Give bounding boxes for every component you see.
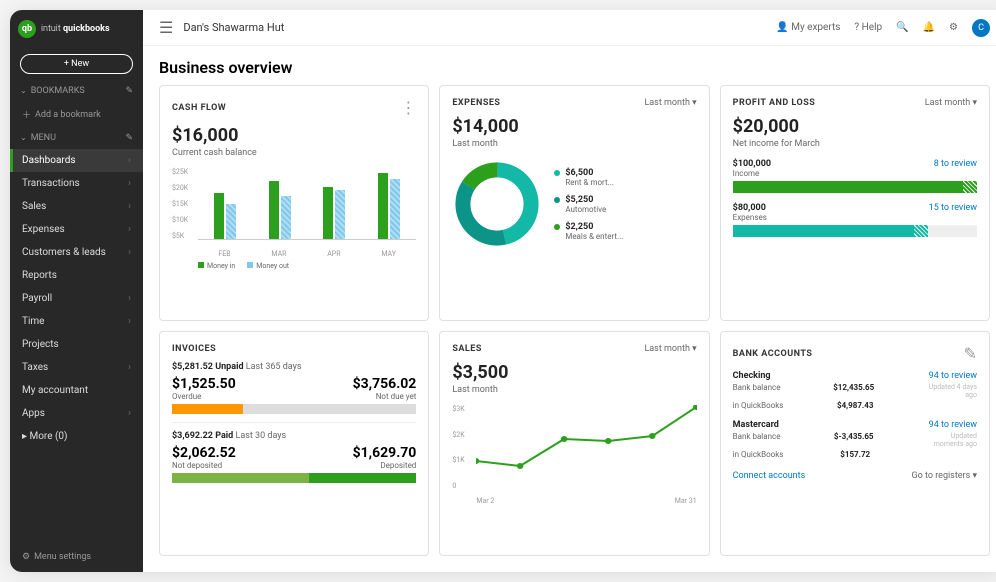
pl-sub: Net income for March <box>733 139 977 149</box>
legend-money-in: Money in <box>207 262 235 270</box>
help-icon: ? <box>854 22 859 33</box>
inv-notdep: $2,062.52 <box>172 445 236 461</box>
go-to-registers[interactable]: Go to registers ▾ <box>911 471 977 481</box>
pl-income-amt: $100,000 <box>733 159 771 169</box>
hamburger-icon[interactable]: ☰ <box>159 18 173 37</box>
cashflow-amount: $16,000 <box>172 125 416 146</box>
sidebar-item-expenses[interactable]: Expenses› <box>10 218 143 241</box>
sales-chart: $3K$2K$1K0 Mar 2Mar 31 <box>452 405 696 505</box>
help-link[interactable]: ? Help <box>854 22 882 33</box>
pl-period[interactable]: Last month ▾ <box>925 98 977 108</box>
sidebar-item-reports[interactable]: Reports <box>10 264 143 287</box>
card-bank-accounts: BANK ACCOUNTS ✎ Checking94 to reviewBank… <box>720 331 990 556</box>
pl-title: PROFIT AND LOSS <box>733 98 816 108</box>
connect-accounts-link[interactable]: Connect accounts <box>733 471 806 481</box>
logo: qb intuit quickbooks <box>10 10 143 48</box>
brand-intuit: intuit <box>41 24 61 34</box>
expenses-title: EXPENSES <box>452 98 500 108</box>
inv-dep: $1,629.70 <box>353 445 417 461</box>
topbar: ☰ Dan's Shawarma Hut 👤 My experts ? Help… <box>143 10 996 46</box>
sidebar-item-apps[interactable]: Apps› <box>10 402 143 425</box>
brand-qb: quickbooks <box>63 24 110 34</box>
sidebar-item-taxes[interactable]: Taxes› <box>10 356 143 379</box>
card-profit-loss: PROFIT AND LOSS Last month ▾ $20,000 Net… <box>720 85 990 321</box>
pencil-icon[interactable]: ✎ <box>125 86 133 96</box>
sidebar-item-customers-leads[interactable]: Customers & leads› <box>10 241 143 264</box>
inv-paid-hdr: $3,692.22 Paid <box>172 431 233 441</box>
pl-exp-link[interactable]: 15 to review <box>929 203 977 213</box>
card-expenses: EXPENSES Last month ▾ $14,000 Last month… <box>439 85 709 321</box>
bank-account-row[interactable]: Mastercard94 to reviewBank balance$-3,43… <box>733 420 977 459</box>
inv-overdue: $1,525.50 <box>172 376 236 392</box>
sidebar-item-payroll[interactable]: Payroll› <box>10 287 143 310</box>
expenses-sub: Last month <box>452 139 696 149</box>
pencil-icon[interactable]: ✎ <box>125 133 133 143</box>
inv-notdue: $3,756.02 <box>353 376 417 392</box>
menu-header[interactable]: ⌄MENU ✎ <box>10 127 143 149</box>
sidebar-item-projects[interactable]: Projects <box>10 333 143 356</box>
card-sales: SALES Last month ▾ $3,500 Last month $3K… <box>439 331 709 556</box>
gear-icon[interactable]: ⚙ <box>949 22 958 33</box>
pl-exp-lbl: Expenses <box>733 213 977 222</box>
pl-exp-amt: $80,000 <box>733 203 766 213</box>
pl-amount: $20,000 <box>733 116 977 137</box>
new-button[interactable]: + New <box>20 54 133 74</box>
legend-money-out: Money out <box>256 262 289 270</box>
sidebar-item-sales[interactable]: Sales› <box>10 195 143 218</box>
cashflow-title: CASH FLOW <box>172 103 226 113</box>
card-cashflow: CASH FLOW ⋮ $16,000 Current cash balance… <box>159 85 429 321</box>
search-icon[interactable]: 🔍 <box>896 22 908 33</box>
cashflow-sub: Current cash balance <box>172 148 416 158</box>
sidebar-item-dashboards[interactable]: Dashboards› <box>10 149 143 172</box>
gear-icon: ⚙ <box>22 552 30 562</box>
more-icon[interactable]: ⋮ <box>400 98 416 117</box>
sales-period[interactable]: Last month ▾ <box>644 344 696 354</box>
bank-account-row[interactable]: Checking94 to reviewBank balance$12,435.… <box>733 371 977 410</box>
sidebar: qb intuit quickbooks + New ⌄BOOKMARKS ✎ … <box>10 10 143 572</box>
sidebar-item-my-accountant[interactable]: My accountant <box>10 379 143 402</box>
inv-unpaid-hdr: $5,281.52 Unpaid <box>172 362 244 372</box>
sales-amount: $3,500 <box>452 362 696 383</box>
cashflow-chart: $25K$20K$15K$10K$5K FEBMARAPRMAY <box>172 168 416 258</box>
sidebar-item-time[interactable]: Time› <box>10 310 143 333</box>
expenses-amount: $14,000 <box>452 116 696 137</box>
add-bookmark[interactable]: ＋Add a bookmark <box>10 102 143 127</box>
card-invoices: INVOICES $5,281.52 Unpaid Last 365 days … <box>159 331 429 556</box>
company-name: Dan's Shawarma Hut <box>183 21 284 34</box>
qb-logo-icon: qb <box>18 20 36 38</box>
bank-title: BANK ACCOUNTS <box>733 349 813 359</box>
invoices-title: INVOICES <box>172 344 216 354</box>
plus-icon: ＋ <box>22 108 31 121</box>
person-icon: 👤 <box>776 22 788 33</box>
expenses-period[interactable]: Last month ▾ <box>644 98 696 108</box>
pl-income-link[interactable]: 8 to review <box>934 159 977 169</box>
pl-income-lbl: Income <box>733 169 977 178</box>
expenses-donut <box>452 159 542 249</box>
menu-settings[interactable]: ⚙Menu settings <box>10 542 143 572</box>
pencil-icon[interactable]: ✎ <box>964 344 977 363</box>
my-experts-link[interactable]: 👤 My experts <box>776 22 840 33</box>
sales-title: SALES <box>452 344 482 354</box>
sidebar-more[interactable]: ▸ More (0) <box>10 425 143 448</box>
page-title: Business overview <box>143 46 996 85</box>
sales-sub: Last month <box>452 385 696 395</box>
avatar[interactable]: C <box>972 19 990 37</box>
sidebar-item-transactions[interactable]: Transactions› <box>10 172 143 195</box>
bell-icon[interactable]: 🔔 <box>923 22 935 33</box>
bookmarks-header[interactable]: ⌄BOOKMARKS ✎ <box>10 80 143 102</box>
